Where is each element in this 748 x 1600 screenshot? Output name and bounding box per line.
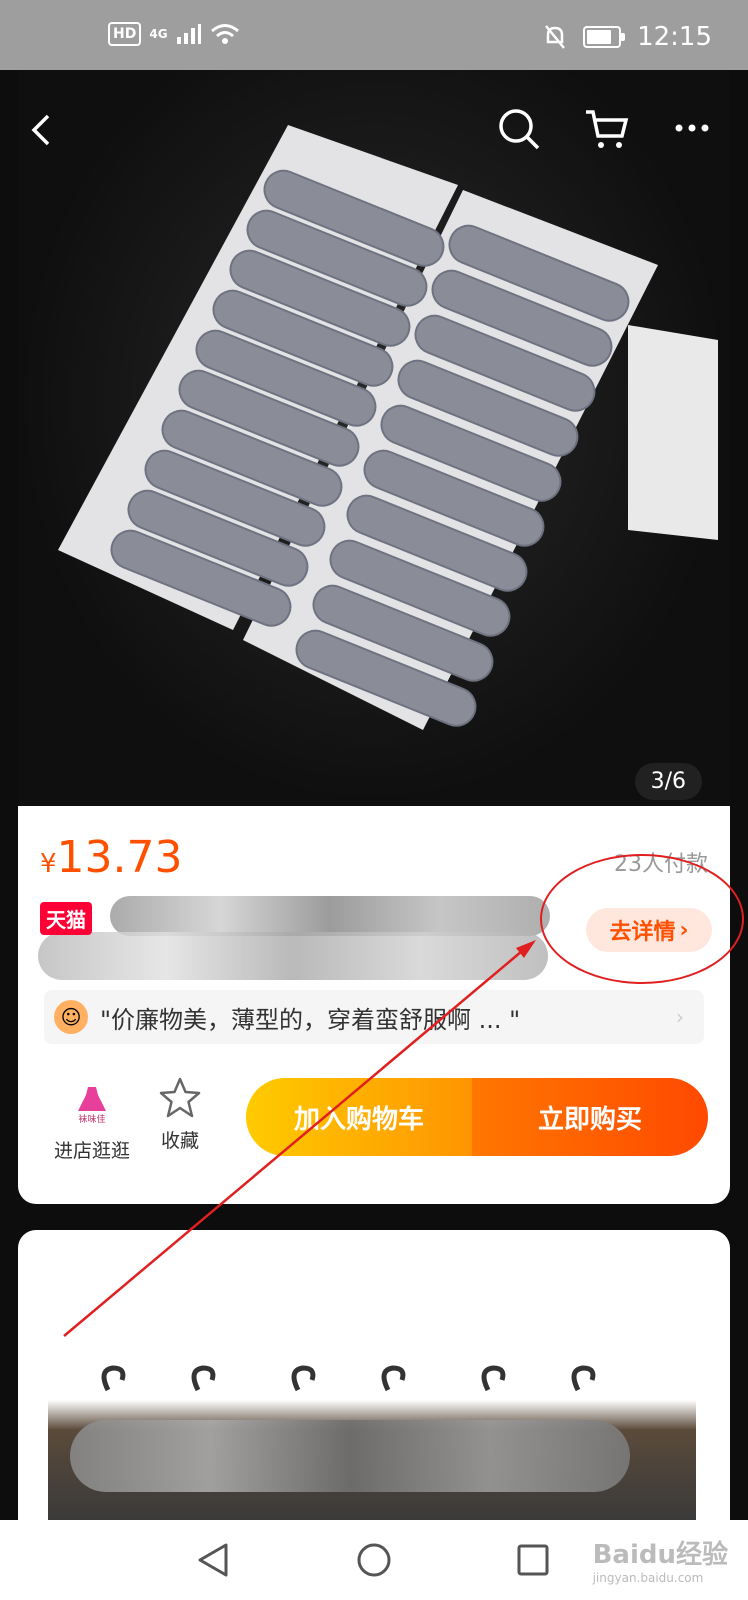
system-nav-bar: Baidu经验 jingyan.baidu.com — [0, 1520, 748, 1600]
tmall-badge: 天猫 — [40, 902, 92, 935]
image-counter: 3/6 — [634, 763, 702, 800]
chevron-right-icon: › — [676, 1005, 684, 1029]
view-details-button[interactable]: 去详情 › — [586, 908, 712, 952]
favorite-button[interactable]: 收藏 — [152, 1076, 208, 1153]
shop-logo: 袜味佳 — [65, 1076, 119, 1130]
shop-logo-text: 袜味佳 — [78, 1113, 105, 1125]
review-snippet[interactable]: ☺ "价廉物美，薄型的，穿着蛮舒服啊 ... " › — [44, 990, 704, 1044]
view-details-label: 去详情 — [609, 920, 676, 945]
currency-symbol: ¥ — [40, 849, 57, 879]
mute-bell-icon — [545, 25, 566, 49]
network-type: 4G — [149, 27, 168, 41]
blurred-title-line1 — [110, 896, 550, 936]
price-value: 13.73 — [56, 832, 183, 883]
cart-icon[interactable] — [584, 106, 630, 152]
buy-now-button[interactable]: 立即购买 — [472, 1078, 708, 1156]
review-text: "价廉物美，薄型的，穿着蛮舒服啊 ... " — [100, 1005, 521, 1034]
clock: 12:15 — [637, 22, 712, 52]
reviewer-avatar: ☺ — [54, 1000, 88, 1034]
signal-icon — [176, 24, 201, 44]
search-icon[interactable] — [496, 106, 542, 152]
blurred-title-line2 — [38, 932, 548, 980]
nav-back-icon[interactable] — [196, 1542, 230, 1578]
nav-home-icon[interactable] — [356, 1542, 392, 1578]
hanger-icons — [101, 1365, 596, 1392]
dress-icon: 袜味佳 — [78, 1087, 106, 1125]
blurred-overlay — [70, 1420, 630, 1492]
chevron-right-icon: › — [679, 917, 689, 943]
recommended-product-card[interactable] — [18, 1230, 730, 1520]
nav-recents-icon[interactable] — [516, 1542, 550, 1578]
shop-label: 进店逛逛 — [53, 1140, 130, 1162]
shop-button[interactable]: 袜味佳 进店逛逛 — [42, 1076, 142, 1163]
price: ¥13.73 — [40, 832, 183, 883]
favorite-label: 收藏 — [160, 1130, 199, 1152]
sock-box-illustration — [58, 125, 718, 730]
back-icon[interactable] — [26, 110, 56, 150]
star-icon — [159, 1077, 201, 1118]
more-icon[interactable] — [674, 122, 710, 134]
battery-icon — [583, 26, 626, 48]
wifi-icon — [210, 24, 239, 44]
baidu-watermark: Baidu经验 jingyan.baidu.com — [593, 1534, 728, 1585]
product-card: ¥13.73 23人付款 天猫 去详情 › ☺ "价廉物美，薄型的，穿着蛮舒服啊… — [18, 806, 744, 1204]
watermark-url: jingyan.baidu.com — [592, 1571, 704, 1585]
add-to-cart-button[interactable]: 加入购物车 — [246, 1078, 472, 1156]
product-image[interactable]: 3/6 — [18, 70, 730, 806]
watermark-brand: Baidu经验 — [592, 1540, 728, 1570]
status-bar: HD 4G 12:15 — [0, 0, 748, 70]
hd-indicator: HD — [108, 22, 142, 46]
